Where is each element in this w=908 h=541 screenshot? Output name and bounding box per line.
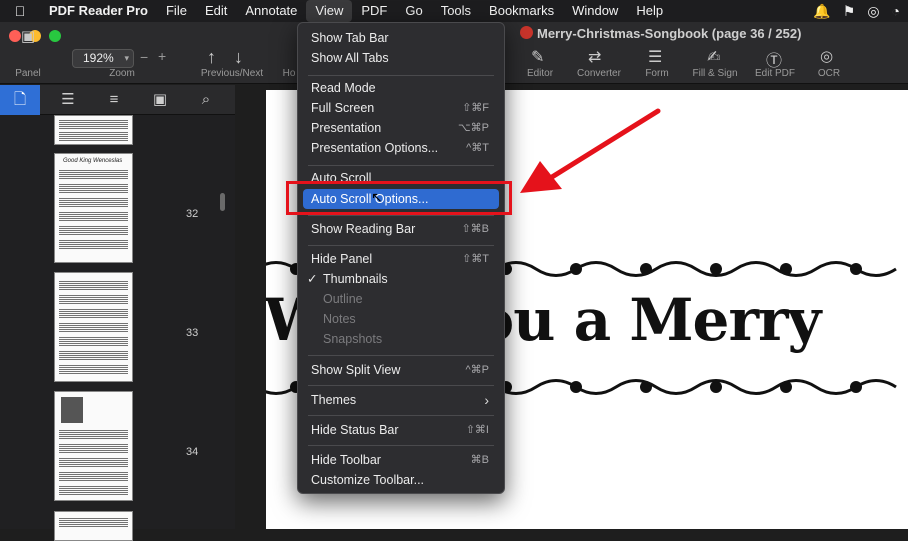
menu-separator bbox=[308, 415, 494, 416]
menu-tools[interactable]: Tools bbox=[432, 0, 480, 22]
menu-item-hide-toolbar[interactable]: Hide Toolbar ⌘B bbox=[303, 450, 499, 470]
tab-snapshots[interactable]: ▣ bbox=[140, 85, 180, 115]
annotation-icon: ≡ bbox=[109, 91, 119, 108]
menu-item-presentation-options[interactable]: Presentation Options... ^⌘T bbox=[303, 138, 499, 158]
sidebar-tabs: 🗋 ☰ ≡ ▣ ⌕ bbox=[0, 85, 235, 115]
menu-item-outline: Outline bbox=[323, 292, 363, 306]
previous-next-label: Previous/Next bbox=[200, 68, 264, 79]
menu-item-notes: Notes bbox=[323, 312, 356, 326]
mouse-cursor-icon: ↖ bbox=[371, 189, 383, 205]
tab-search[interactable]: ⌕ bbox=[186, 85, 226, 115]
menu-separator bbox=[308, 215, 494, 216]
menu-item-snapshots: Snapshots bbox=[323, 332, 383, 346]
fill-sign-icon[interactable]: ✍ bbox=[707, 47, 720, 67]
menu-separator bbox=[308, 245, 494, 246]
menu-go[interactable]: Go bbox=[396, 0, 431, 22]
tab-thumbnails[interactable]: 🗋 bbox=[0, 85, 40, 115]
camera-icon: ▣ bbox=[152, 91, 168, 108]
chevron-down-icon: ▾ bbox=[124, 53, 129, 63]
converter-icon[interactable]: ⇄ bbox=[588, 47, 601, 67]
menu-separator bbox=[308, 75, 494, 76]
panel-icon[interactable]: ▣ bbox=[17, 27, 39, 45]
window-title-text: Merry-Christmas-Songbook (page 36 / 252) bbox=[537, 26, 802, 41]
menu-separator bbox=[308, 355, 494, 356]
zoom-value: 192% bbox=[83, 51, 114, 65]
menu-item-show-reading-bar[interactable]: Show Reading Bar ⇧⌘B bbox=[303, 219, 499, 239]
page-icon: 🗋 bbox=[13, 91, 27, 108]
thumbnail-31[interactable] bbox=[54, 115, 133, 145]
thumb-title: Good King Wenceslas bbox=[63, 158, 123, 164]
menu-view[interactable]: View bbox=[306, 0, 353, 22]
thumbnail-34[interactable] bbox=[54, 391, 133, 501]
fill-sign-label: Fill & Sign bbox=[692, 68, 738, 79]
menu-pdf[interactable]: PDF bbox=[352, 0, 396, 22]
converter-label: Converter bbox=[577, 68, 621, 79]
system-menu-bar:  PDF Reader Pro File Edit Annotate View… bbox=[0, 0, 908, 22]
thumb-illustration bbox=[61, 397, 83, 423]
menu-separator bbox=[308, 165, 494, 166]
tab-annotations[interactable]: ≡ bbox=[94, 85, 134, 115]
menu-separator bbox=[308, 385, 494, 386]
page-number-34: 34 bbox=[186, 446, 199, 458]
page-number-33: 33 bbox=[186, 327, 199, 339]
menu-file[interactable]: File bbox=[157, 0, 196, 22]
annotation-arrow-icon bbox=[520, 108, 661, 193]
menu-help[interactable]: Help bbox=[627, 0, 672, 22]
zoom-label: Zoom bbox=[109, 68, 135, 79]
menu-item-hide-panel[interactable]: Hide Panel ⇧⌘T bbox=[303, 249, 499, 269]
menu-item-show-all-tabs[interactable]: Show All Tabs bbox=[303, 48, 499, 68]
form-label: Form bbox=[645, 68, 669, 79]
thumbnail-pane: Good King Wenceslas 32 33 34 bbox=[0, 115, 235, 541]
edit-pdf-label: Edit PDF bbox=[754, 68, 795, 79]
menu-item-customize-toolbar[interactable]: Customize Toolbar... bbox=[303, 470, 499, 490]
bell-icon[interactable]: 🔔 bbox=[813, 3, 830, 20]
form-icon[interactable]: ☰ bbox=[648, 47, 662, 67]
ocr-icon[interactable]: ◎ bbox=[820, 47, 833, 65]
page-number-32: 32 bbox=[186, 208, 199, 220]
editor-icon[interactable]: ✎ bbox=[531, 47, 544, 67]
arrow-up-icon[interactable]: ↑ bbox=[207, 47, 216, 68]
thumbnail-scrollbar[interactable] bbox=[220, 193, 225, 211]
zoom-out-button[interactable]: − bbox=[140, 49, 148, 65]
ocr-label: OCR bbox=[817, 68, 841, 79]
menu-app-name[interactable]: PDF Reader Pro bbox=[40, 0, 157, 22]
thumbnail-32[interactable]: Good King Wenceslas bbox=[54, 153, 133, 263]
menu-item-thumbnails[interactable]: ✓ Thumbnails bbox=[303, 269, 499, 289]
menu-edit[interactable]: Edit bbox=[196, 0, 236, 22]
editor-label: Editor bbox=[526, 68, 554, 79]
zoom-select[interactable]: 192% ▾ bbox=[72, 49, 134, 68]
zoom-window-button[interactable] bbox=[49, 30, 61, 42]
chevron-right-icon: › bbox=[484, 392, 489, 408]
home-label: Ho bbox=[282, 68, 296, 79]
menu-separator bbox=[308, 445, 494, 446]
window-title: Merry-Christmas-Songbook (page 36 / 252) bbox=[520, 26, 801, 41]
notification-icon[interactable]: ⚑ bbox=[843, 3, 856, 20]
thumbnail-35[interactable] bbox=[54, 511, 133, 541]
list-icon: ☰ bbox=[61, 91, 75, 108]
menu-item-show-split-view[interactable]: Show Split View ^⌘P bbox=[303, 360, 499, 380]
arrow-down-icon[interactable]: ↓ bbox=[234, 47, 243, 68]
menu-window[interactable]: Window bbox=[563, 0, 627, 22]
menu-item-read-mode[interactable]: Read Mode bbox=[303, 78, 499, 98]
checkmark-icon: ✓ bbox=[307, 272, 318, 286]
thumbnail-33[interactable] bbox=[54, 272, 133, 382]
menu-item-presentation[interactable]: Presentation ⌥⌘P bbox=[303, 118, 499, 138]
wifi-icon[interactable]: ◔ bbox=[892, 3, 900, 19]
menu-item-full-screen[interactable]: Full Screen ⇧⌘F bbox=[303, 98, 499, 118]
annotation-highlight-box bbox=[286, 181, 512, 215]
menu-bookmarks[interactable]: Bookmarks bbox=[480, 0, 563, 22]
view-menu: Show Tab Bar Show All Tabs Read Mode Ful… bbox=[297, 22, 505, 494]
wechat-icon[interactable]: ◎ bbox=[867, 3, 879, 20]
search-icon: ⌕ bbox=[201, 91, 211, 108]
menu-annotate[interactable]: Annotate bbox=[236, 0, 306, 22]
menu-item-show-tab-bar[interactable]: Show Tab Bar bbox=[303, 28, 499, 48]
pdf-file-icon bbox=[520, 26, 533, 39]
menu-item-themes[interactable]: Themes › bbox=[303, 390, 499, 410]
panel-label: Panel bbox=[15, 68, 41, 79]
tab-outline[interactable]: ☰ bbox=[48, 85, 88, 115]
zoom-in-button[interactable]: + bbox=[158, 48, 166, 64]
status-icons: 🔔 ⚑ ◎ ◔ bbox=[813, 0, 900, 22]
apple-icon[interactable]:  bbox=[0, 3, 40, 19]
menu-item-hide-status-bar[interactable]: Hide Status Bar ⇧⌘I bbox=[303, 420, 499, 440]
